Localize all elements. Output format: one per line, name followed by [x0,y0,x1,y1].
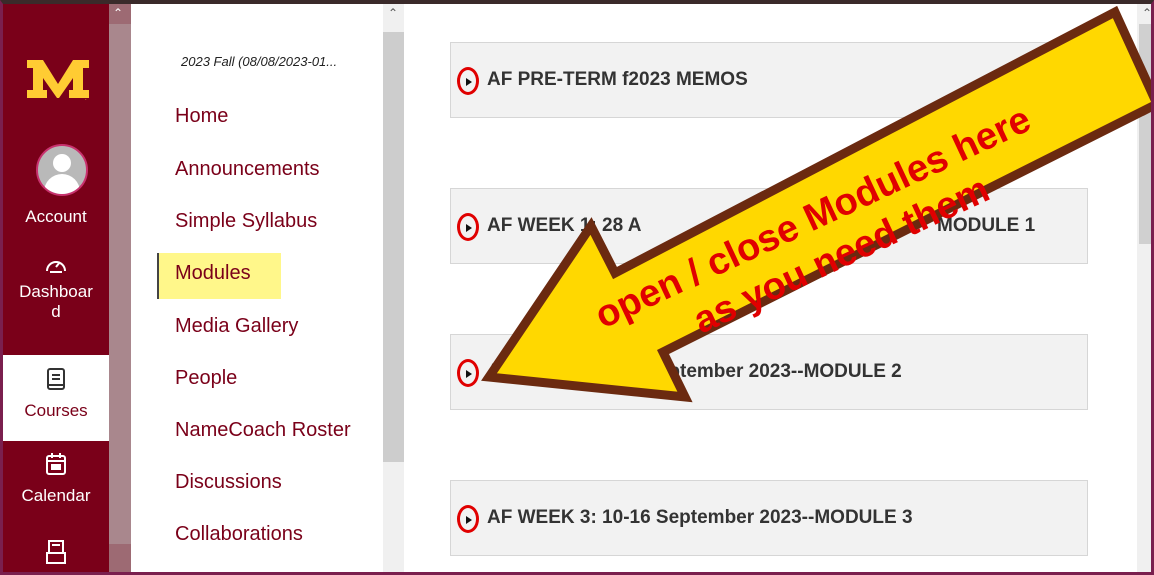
module-header[interactable]: AF PRE-TERM f2023 MEMOS [450,42,1088,118]
user-avatar-icon[interactable] [36,144,88,196]
scroll-up-icon[interactable]: ⌃ [113,6,123,20]
dashboard-gauge-icon [46,261,66,273]
global-nav-account[interactable]: Account [3,207,109,227]
module-header[interactable]: AF WEEK 3: 10-16 September 2023--MODULE … [450,480,1088,556]
global-nav: . Account Dashboar d Courses Calendar [3,4,109,572]
book-icon [47,368,65,390]
account-label: Account [25,207,87,226]
modules-content: AF PRE-TERM f2023 MEMOS AF WEEK 1: 28 A … [404,4,1134,572]
expand-toggle-icon[interactable] [457,213,479,241]
course-term-label: 2023 Fall (08/08/2023-01... [181,54,338,69]
scroll-up-icon[interactable]: ⌃ [388,6,398,20]
module-title: AF WEEK 3: 10-16 September 2023--MODULE … [487,507,913,528]
global-nav-dashboard[interactable]: Dashboar d [3,254,109,322]
expand-toggle-icon[interactable] [457,359,479,387]
course-nav-modules[interactable]: Modules [175,262,251,285]
global-nav-inbox[interactable] [3,539,109,565]
canvas-window: . Account Dashboar d Courses Calendar ⌃ … [0,0,1154,575]
course-nav-collaborations[interactable]: Collaborations [175,523,303,546]
module-title: AF [487,361,513,382]
module-header[interactable]: AF -9 September 2023--MODULE 2 [450,334,1088,410]
scrollbar-thumb[interactable] [383,32,404,462]
courses-label: Courses [24,401,88,420]
course-nav: 2023 Fall (08/08/2023-01... Home Announc… [131,4,383,572]
calendar-label: Calendar [21,486,91,505]
expand-toggle-icon[interactable] [457,505,479,533]
inbox-icon [46,540,66,564]
module-title-end: MODULE 1 [937,215,1036,236]
module-title: AF WEEK 1: 28 A [487,215,642,236]
course-nav-simple-syllabus[interactable]: Simple Syllabus [175,210,317,233]
course-nav-namecoach-roster[interactable]: NameCoach Roster [175,419,351,442]
dashboard-label: Dashboar d [19,282,93,321]
university-logo[interactable]: . [25,54,91,102]
course-nav-media-gallery[interactable]: Media Gallery [175,315,298,338]
global-nav-courses[interactable]: Courses [3,355,109,441]
module-title: AF PRE-TERM f2023 MEMOS [487,69,748,90]
scrollbar-thumb[interactable] [1139,24,1151,244]
module-header[interactable]: AF WEEK 1: 28 A MODULE 1 [450,188,1088,264]
scrollbar-thumb[interactable] [109,24,131,544]
content-scrollbar[interactable]: ⌃ [1137,4,1151,572]
module-title-end: -9 September 2023--MODULE 2 [623,361,902,382]
global-nav-calendar[interactable]: Calendar [3,452,109,506]
course-nav-announcements[interactable]: Announcements [175,158,320,181]
course-nav-scrollbar[interactable]: ⌃ [383,4,404,572]
expand-toggle-icon[interactable] [457,67,479,95]
course-nav-home[interactable]: Home [175,105,228,128]
global-nav-scrollbar[interactable]: ⌃ [109,4,131,572]
course-nav-discussions[interactable]: Discussions [175,471,282,494]
course-nav-people[interactable]: People [175,367,237,390]
scroll-up-icon[interactable]: ⌃ [1142,6,1151,20]
calendar-icon [46,453,66,475]
